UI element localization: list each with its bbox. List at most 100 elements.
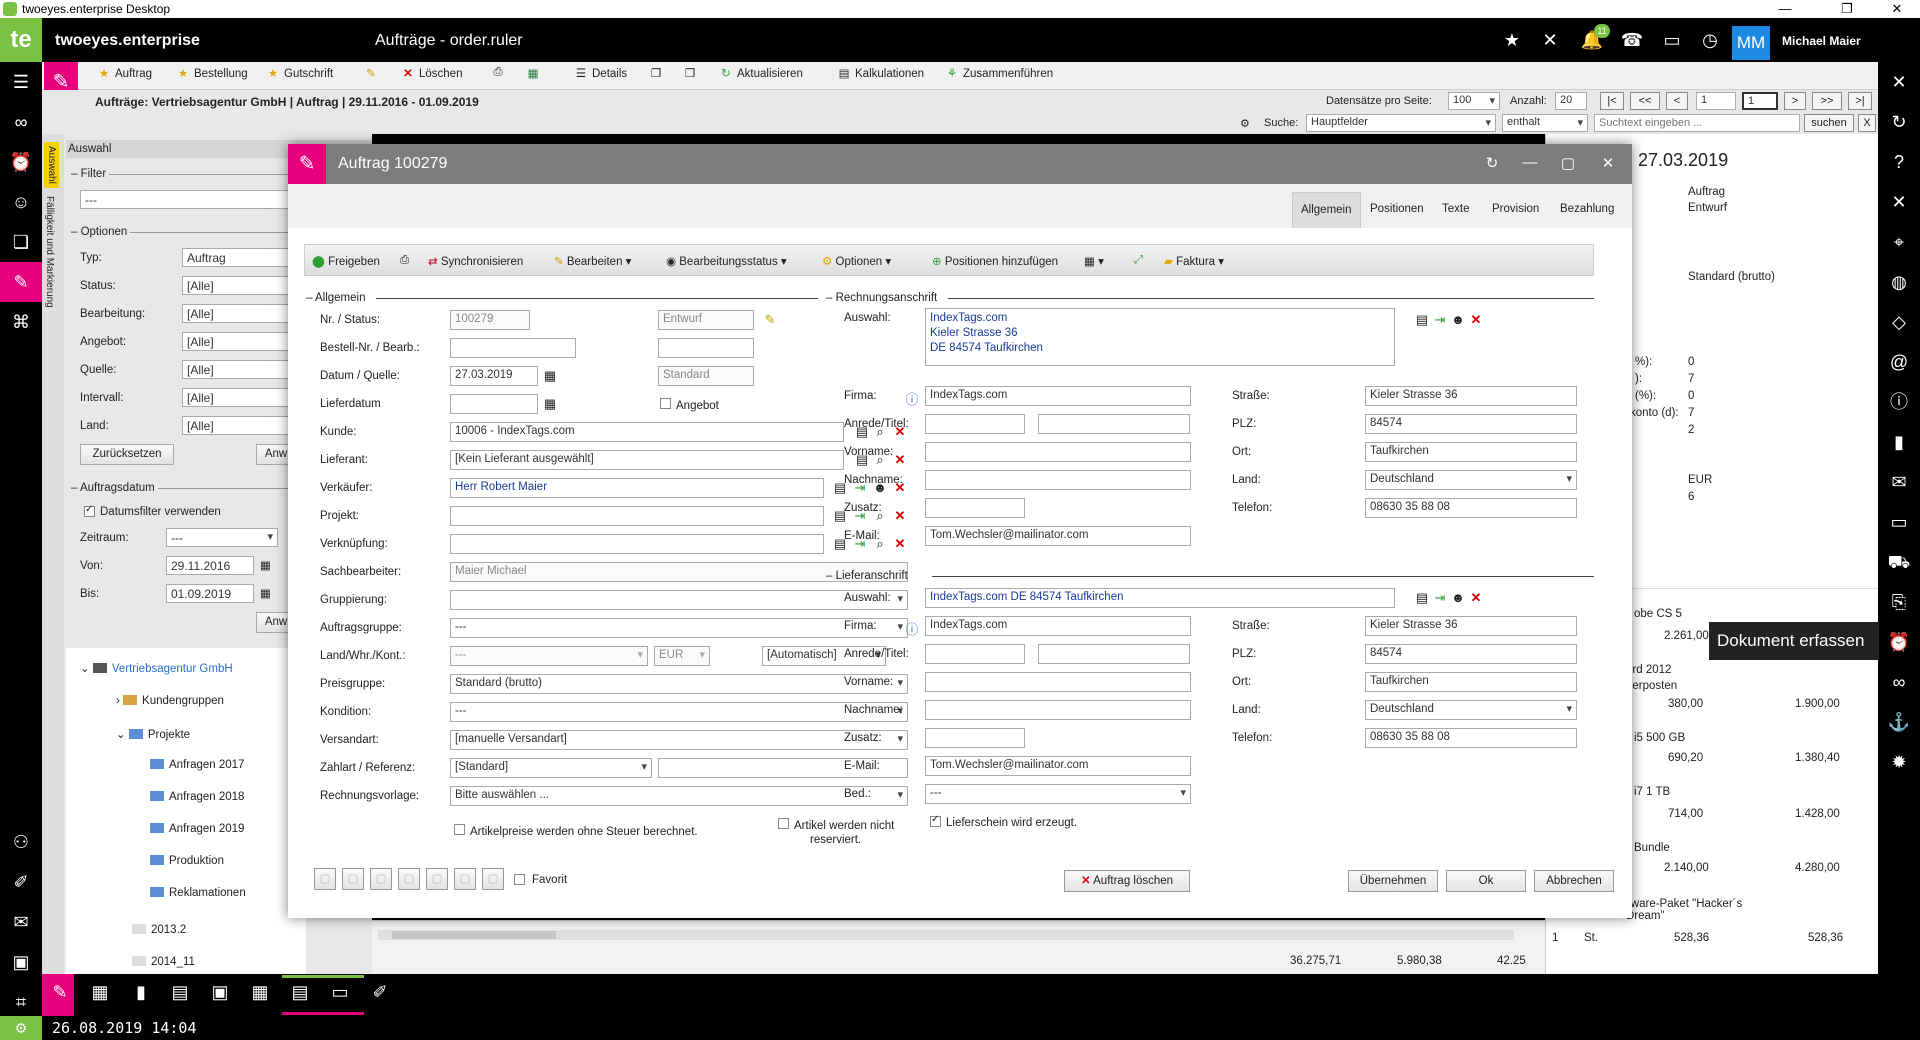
cancel-button[interactable]: Abbrechen xyxy=(1534,870,1614,892)
new-order-button[interactable]: ★ Auftrag xyxy=(96,66,152,80)
bis-input[interactable]: 01.09.2019 xyxy=(166,584,254,603)
calendar-icon[interactable]: ▦ xyxy=(260,558,271,572)
tree-item-anfragen-2019[interactable]: Anfragen 2019 xyxy=(150,823,244,835)
chart-icon[interactable]: ▮ xyxy=(126,982,156,1010)
help-icon[interactable]: ? xyxy=(1878,142,1920,182)
info-icon[interactable]: ⓘ xyxy=(904,389,920,408)
table-icon[interactable]: ▤ xyxy=(285,982,315,1010)
print-button[interactable]: ⎙ xyxy=(490,66,509,79)
rechnung-strasse-input[interactable]: Kieler Strasse 36 xyxy=(1365,386,1577,406)
tree-item-anfragen-2018[interactable]: Anfragen 2018 xyxy=(150,791,244,803)
search-mode-select[interactable]: enthalt xyxy=(1502,114,1588,132)
lieferant-input[interactable]: [Kein Lieferant ausgewählt] xyxy=(450,450,844,470)
tab-provision[interactable]: Provision xyxy=(1484,192,1547,226)
close-icon[interactable]: ✕ xyxy=(1874,0,1920,18)
face-icon[interactable]: ☺ xyxy=(0,182,42,222)
info-icon[interactable]: ⓘ xyxy=(904,619,920,638)
bestell-input[interactable] xyxy=(450,338,576,358)
new-purchase-button[interactable]: ★ Bestellung xyxy=(175,66,248,80)
te-logo-icon[interactable]: te xyxy=(0,18,42,62)
preisgruppe-select[interactable]: Standard (brutto) xyxy=(450,674,908,694)
zeitraum-select[interactable]: --- xyxy=(166,528,278,547)
datum-input[interactable]: 27.03.2019 xyxy=(450,366,538,386)
liefer-firma-input[interactable]: IndexTags.com xyxy=(925,616,1191,636)
calendar-icon[interactable]: ▦ xyxy=(542,396,558,412)
grid-icon[interactable]: ▦ xyxy=(245,982,275,1010)
timer-icon[interactable]: ◷ xyxy=(1698,30,1722,51)
kunde-input[interactable]: 10006 - IndexTags.com xyxy=(450,422,844,442)
minimize-icon[interactable]: — xyxy=(1762,0,1808,18)
auftragsgruppe-select[interactable]: --- xyxy=(450,618,908,638)
rechnung-vorname-input[interactable] xyxy=(925,442,1191,462)
bearb-input[interactable] xyxy=(658,338,754,358)
refresh-button[interactable]: ↻ Aktualisieren xyxy=(718,66,803,80)
lieferdatum-input[interactable] xyxy=(450,394,538,414)
rechnungsvorlage-select[interactable]: Bitte auswählen ... xyxy=(450,786,908,806)
user-settings-icon[interactable]: ⚇ xyxy=(0,822,42,862)
liefer-telefon-input[interactable]: 08630 35 88 08 xyxy=(1365,728,1577,748)
minimize-icon[interactable]: — xyxy=(1520,154,1540,171)
tab-allgemein[interactable]: Allgemein xyxy=(1292,192,1361,228)
edit-status-button[interactable]: ◉ Bearbeitungsstatus ▾ xyxy=(666,254,787,268)
tab-texte[interactable]: Texte xyxy=(1434,192,1478,226)
ok-button[interactable]: Ok xyxy=(1446,870,1526,892)
edit-icon[interactable]: ✎ xyxy=(45,982,75,1010)
rechnung-email-input[interactable]: Tom.Wechsler@mailinator.com xyxy=(925,526,1191,546)
prev-page-button[interactable]: < xyxy=(1666,92,1688,110)
action-button-3[interactable]: ▢ xyxy=(370,868,392,890)
excel-button[interactable]: ▦ xyxy=(525,66,544,80)
mail2-icon[interactable]: ✉ xyxy=(1878,462,1920,502)
action-button-7[interactable]: ▢ xyxy=(482,868,504,890)
page-input-2[interactable]: 1 xyxy=(1742,92,1778,110)
options-button[interactable]: ⚙ Optionen ▾ xyxy=(822,254,891,268)
edit-doc-icon[interactable]: ✐ xyxy=(0,862,42,902)
phone-icon[interactable]: ☎ xyxy=(1620,30,1644,51)
action-button-1[interactable]: ▢ xyxy=(314,868,336,890)
liefer-email-input[interactable]: Tom.Wechsler@mailinator.com xyxy=(925,756,1191,776)
first-page-button[interactable]: |< xyxy=(1600,92,1624,110)
action-button-6[interactable]: ▢ xyxy=(454,868,476,890)
delete-order-button[interactable]: ✕ Auftrag löschen xyxy=(1064,870,1190,892)
liefer-zusatz-input[interactable] xyxy=(925,728,1025,748)
card-icon[interactable]: ▤ xyxy=(1414,590,1430,606)
location-icon[interactable]: ⌖ xyxy=(1878,222,1920,262)
star-icon[interactable]: ★ xyxy=(1500,30,1524,51)
at-icon[interactable]: @ xyxy=(1878,342,1920,382)
delete-icon[interactable]: ✕ xyxy=(892,536,908,552)
rechnung-titel-input[interactable] xyxy=(1038,414,1190,434)
favorit-checkbox[interactable] xyxy=(514,874,525,885)
network-icon[interactable]: ⌘ xyxy=(0,302,42,342)
edit-menu-button[interactable]: ✎ Bearbeiten ▾ xyxy=(554,254,631,268)
tree-item-2014[interactable]: 2014_11 xyxy=(132,956,195,968)
tree-item-2013[interactable]: 2013.2 xyxy=(132,924,186,936)
apply-button[interactable]: Übernehmen xyxy=(1348,870,1438,892)
liefer-nachname-input[interactable] xyxy=(925,700,1191,720)
menu-icon[interactable]: ☰ xyxy=(0,62,42,102)
card-icon[interactable]: ▤ xyxy=(1414,312,1430,328)
calendar-icon[interactable]: ▦ xyxy=(542,368,558,384)
calendar-icon[interactable]: ▦ xyxy=(85,982,115,1010)
per-page-select[interactable]: 100 xyxy=(1448,92,1500,110)
rechnung-anrede-input[interactable] xyxy=(925,414,1025,434)
action-button-4[interactable]: ▢ xyxy=(398,868,420,890)
search-options-icon[interactable]: ⚙ xyxy=(1240,117,1250,130)
lieferschein-checkbox[interactable] xyxy=(930,814,941,827)
print-button[interactable]: ⎙ xyxy=(400,254,409,267)
tab-faelligkeit[interactable]: Fälligkeit und Markierung xyxy=(44,196,55,308)
brush-icon[interactable]: ✐ xyxy=(365,982,395,1010)
restore-icon[interactable]: ❐ xyxy=(1824,0,1870,18)
tree-item-kundengruppen[interactable]: › Kundengruppen xyxy=(116,695,224,707)
liefer-strasse-input[interactable]: Kieler Strasse 36 xyxy=(1365,616,1577,636)
liefer-anrede-input[interactable] xyxy=(925,644,1025,664)
verkaeufer-input[interactable]: Herr Robert Maier xyxy=(450,478,824,498)
copy-button[interactable]: ❐ xyxy=(648,66,667,80)
maximize-icon[interactable]: ▢ xyxy=(1558,154,1578,172)
verknuepfung-input[interactable] xyxy=(450,534,824,554)
nicht-reserviert-checkbox[interactable] xyxy=(778,818,789,829)
user-icon[interactable]: ☻ xyxy=(1450,312,1466,327)
tab-bezahlung[interactable]: Bezahlung xyxy=(1552,192,1622,226)
chat-icon[interactable]: ▭ xyxy=(1660,30,1684,51)
liefer-ort-input[interactable]: Taufkirchen xyxy=(1365,672,1577,692)
delete-icon[interactable]: ✕ xyxy=(1468,590,1484,606)
liefer-land-select[interactable]: Deutschland xyxy=(1365,700,1577,720)
